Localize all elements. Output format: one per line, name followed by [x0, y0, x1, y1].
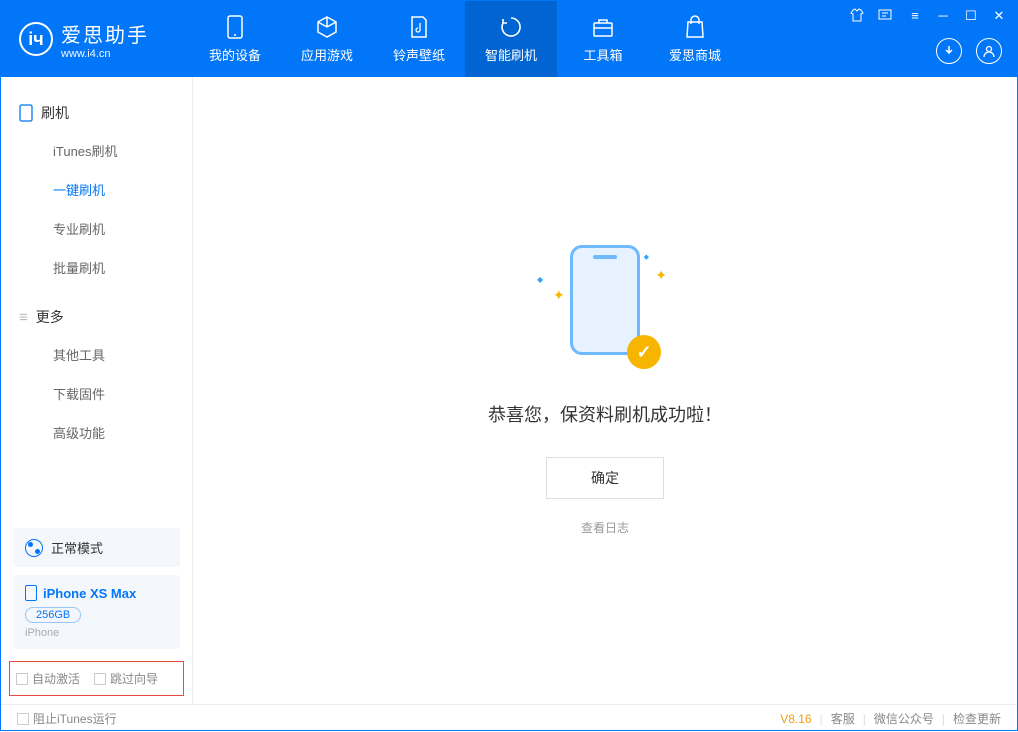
- close-button[interactable]: ✕: [990, 8, 1008, 24]
- tab-toolbox[interactable]: 工具箱: [557, 1, 649, 77]
- ok-button[interactable]: 确定: [546, 457, 664, 499]
- sidebar-item-oneclick-flash[interactable]: 一键刷机: [1, 170, 192, 209]
- mode-icon: [25, 539, 43, 557]
- phone-icon: [25, 585, 37, 601]
- option-block-itunes[interactable]: 阻止iTunes运行: [17, 710, 117, 727]
- shirt-icon[interactable]: [850, 8, 868, 24]
- mode-label: 正常模式: [51, 538, 103, 557]
- check-update-link[interactable]: 检查更新: [953, 710, 1001, 727]
- sidebar-section-more[interactable]: ≡ 更多: [1, 299, 192, 335]
- music-file-icon: [407, 15, 431, 39]
- options-row: 自动激活 跳过向导: [9, 661, 184, 696]
- option-auto-activate[interactable]: 自动激活: [16, 670, 80, 687]
- menu-icon[interactable]: ≡: [906, 8, 924, 24]
- logo-icon: iч: [19, 22, 53, 56]
- maximize-button[interactable]: ☐: [962, 8, 980, 24]
- storage-badge: 256GB: [25, 607, 81, 623]
- device-icon: [19, 104, 33, 122]
- success-message: 恭喜您，保资料刷机成功啦！: [488, 401, 722, 427]
- option-label: 跳过向导: [110, 670, 158, 687]
- sparkle-icon: ✦: [655, 267, 667, 284]
- window-controls: ≡ ─ ☐ ✕: [850, 8, 1008, 24]
- status-bar: 阻止iTunes运行 V8.16 | 客服 | 微信公众号 | 检查更新: [1, 704, 1017, 732]
- sidebar: 刷机 iTunes刷机 一键刷机 专业刷机 批量刷机 ≡ 更多 其他工具 下载固…: [1, 77, 193, 704]
- tab-label: 我的设备: [209, 45, 261, 64]
- sidebar-section-flash[interactable]: 刷机: [1, 95, 192, 131]
- list-icon: ≡: [19, 309, 28, 326]
- sidebar-item-batch-flash[interactable]: 批量刷机: [1, 248, 192, 287]
- main-content: ◆ ✦ ✦ ◆ ✓ 恭喜您，保资料刷机成功啦！ 确定 查看日志: [193, 77, 1017, 704]
- checkbox-icon: [17, 713, 29, 725]
- support-link[interactable]: 客服: [831, 710, 855, 727]
- option-skip-guide[interactable]: 跳过向导: [94, 670, 158, 687]
- tab-ringtone-wallpaper[interactable]: 铃声壁纸: [373, 1, 465, 77]
- tab-label: 工具箱: [583, 45, 622, 64]
- checkbox-icon: [94, 673, 106, 685]
- tab-store[interactable]: 爱思商城: [649, 1, 741, 77]
- device-type: iPhone: [25, 627, 168, 639]
- cube-icon: [315, 15, 339, 39]
- bag-icon: [683, 15, 707, 39]
- mode-indicator[interactable]: 正常模式: [13, 528, 180, 567]
- checkbox-icon: [16, 673, 28, 685]
- tab-smart-flash[interactable]: 智能刷机: [465, 1, 557, 77]
- option-label: 自动激活: [32, 670, 80, 687]
- download-button[interactable]: [936, 38, 962, 64]
- logo-area: iч 爱思助手 www.i4.cn: [13, 19, 149, 60]
- sidebar-item-download-firmware[interactable]: 下载固件: [1, 374, 192, 413]
- wechat-link[interactable]: 微信公众号: [874, 710, 934, 727]
- tab-my-device[interactable]: 我的设备: [189, 1, 281, 77]
- account-button[interactable]: [976, 38, 1002, 64]
- tab-label: 应用游戏: [301, 45, 353, 64]
- tab-label: 智能刷机: [485, 45, 537, 64]
- minimize-button[interactable]: ─: [934, 8, 952, 24]
- phone-icon: [223, 15, 247, 39]
- device-info[interactable]: iPhone XS Max 256GB iPhone: [13, 575, 180, 649]
- feedback-icon[interactable]: [878, 8, 896, 24]
- sidebar-item-pro-flash[interactable]: 专业刷机: [1, 209, 192, 248]
- view-log-link[interactable]: 查看日志: [581, 519, 629, 536]
- tab-label: 铃声壁纸: [393, 45, 445, 64]
- sidebar-item-itunes-flash[interactable]: iTunes刷机: [1, 131, 192, 170]
- section-title: 刷机: [41, 103, 69, 123]
- brand-url: www.i4.cn: [61, 48, 149, 60]
- sidebar-item-advanced[interactable]: 高级功能: [1, 413, 192, 452]
- phone-illustration: [570, 245, 640, 355]
- section-title: 更多: [36, 307, 64, 327]
- toolbox-icon: [591, 15, 615, 39]
- refresh-shield-icon: [499, 15, 523, 39]
- sparkle-icon: ◆: [537, 275, 543, 284]
- version-label: V8.16: [780, 712, 811, 726]
- option-label: 阻止iTunes运行: [33, 710, 117, 727]
- success-illustration: ◆ ✦ ✦ ◆ ✓: [535, 245, 675, 375]
- device-name-label: iPhone XS Max: [43, 586, 136, 601]
- title-bar: iч 爱思助手 www.i4.cn 我的设备 应用游戏 铃声壁纸 智能刷机 工具…: [1, 1, 1017, 77]
- sidebar-item-other-tools[interactable]: 其他工具: [1, 335, 192, 374]
- sparkle-icon: ◆: [644, 253, 649, 261]
- brand-name: 爱思助手: [61, 19, 149, 48]
- tab-label: 爱思商城: [669, 45, 721, 64]
- main-tabs: 我的设备 应用游戏 铃声壁纸 智能刷机 工具箱 爱思商城: [189, 1, 741, 77]
- check-badge-icon: ✓: [627, 335, 661, 369]
- tab-apps-games[interactable]: 应用游戏: [281, 1, 373, 77]
- sparkle-icon: ✦: [553, 287, 565, 304]
